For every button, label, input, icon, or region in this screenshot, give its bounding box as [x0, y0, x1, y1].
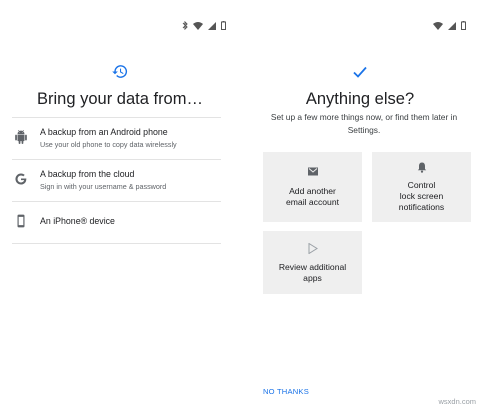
option-iphone[interactable]: An iPhone® device: [12, 201, 221, 244]
card-add-email[interactable]: Add another email account: [263, 152, 362, 222]
checkmark-icon: [353, 66, 367, 78]
bell-icon: [417, 162, 426, 173]
page-subtitle: Set up a few more things now, or find th…: [270, 112, 458, 135]
card-lock-screen-notifications[interactable]: Control lock screen notifications: [372, 152, 471, 222]
bluetooth-icon: [182, 21, 188, 30]
battery-icon: [461, 21, 466, 30]
play-store-icon: [308, 243, 318, 254]
left-screen: Bring your data from… A backup from an A…: [0, 0, 240, 410]
history-icon: [112, 65, 128, 78]
phone-icon: [17, 214, 25, 228]
card-label: Control lock screen notifications: [398, 180, 445, 212]
wifi-icon: [193, 21, 203, 30]
option-title: A backup from the cloud: [40, 169, 135, 179]
option-subtitle: Sign in with your username & password: [40, 182, 167, 191]
card-label: Review additional apps: [278, 262, 347, 283]
signal-icon: [448, 21, 456, 30]
card-label: Add another email account: [285, 186, 340, 207]
option-title: A backup from an Android phone: [40, 127, 168, 137]
page-title: Anything else?: [305, 90, 415, 108]
no-thanks-button[interactable]: NO THANKS: [263, 387, 309, 396]
status-bar: [182, 21, 226, 30]
google-g-icon: [15, 173, 27, 185]
card-review-apps[interactable]: Review additional apps: [263, 231, 362, 294]
status-bar: [433, 21, 466, 30]
option-cloud-backup[interactable]: A backup from the cloud Sign in with you…: [12, 159, 221, 201]
android-icon: [15, 130, 27, 144]
watermark: wsxdn.com: [438, 397, 476, 406]
option-subtitle: Use your old phone to copy data wireless…: [40, 140, 177, 149]
option-title: An iPhone® device: [40, 216, 115, 226]
option-android-backup[interactable]: A backup from an Android phone Use your …: [12, 117, 221, 159]
wifi-icon: [433, 21, 443, 30]
right-screen: Anything else? Set up a few more things …: [240, 0, 480, 410]
email-icon: [307, 167, 318, 176]
battery-icon: [221, 21, 226, 30]
signal-icon: [208, 21, 216, 30]
page-title: Bring your data from…: [37, 90, 203, 108]
